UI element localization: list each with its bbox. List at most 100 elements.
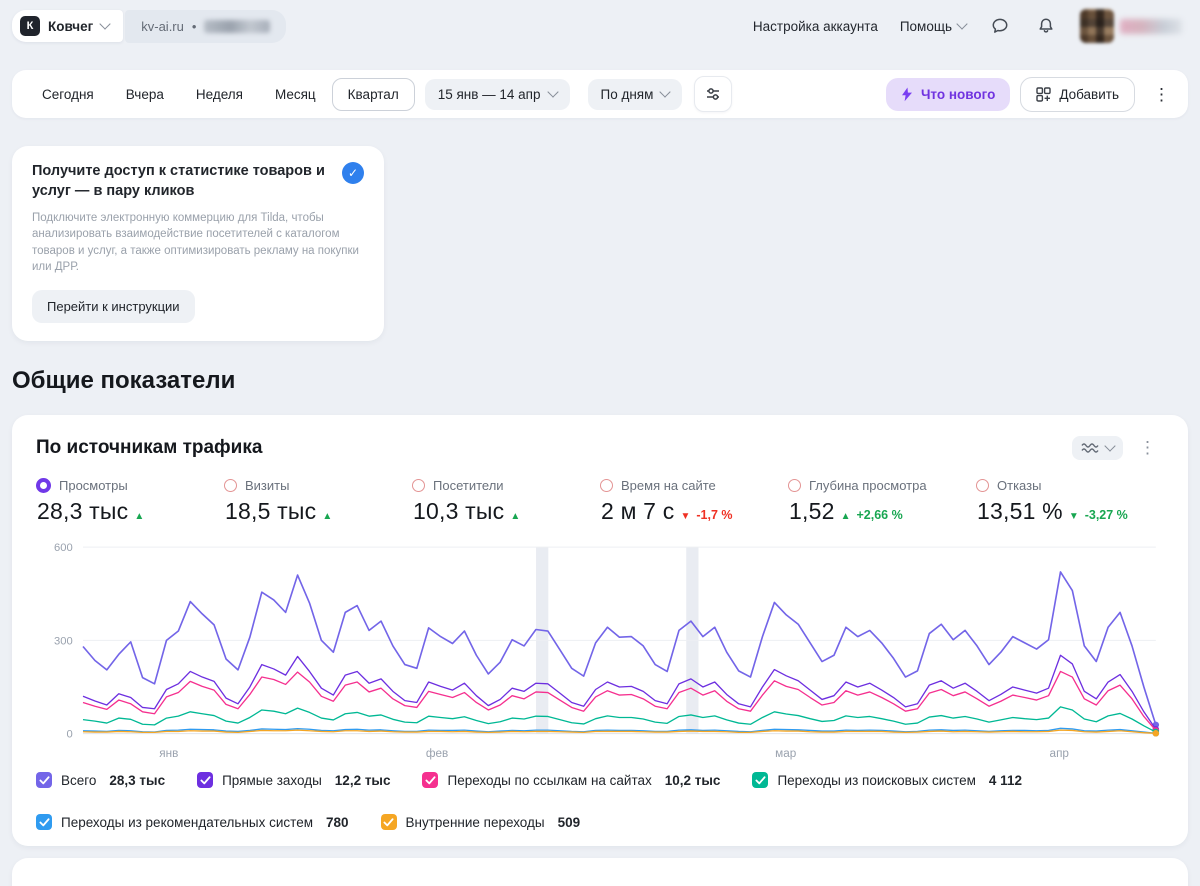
metric-value: 2 м 7 с: [601, 498, 675, 525]
trend-arrow-icon: ▼: [680, 511, 691, 523]
sliders-icon: [707, 88, 720, 100]
trend-arrow-icon: ▲: [510, 511, 521, 523]
metric-time-on-site[interactable]: Время на сайте 2 м 7 с ▼ -1,7 %: [600, 478, 788, 525]
chart-area[interactable]: 0 300 600 янв фев мар апр: [36, 539, 1164, 764]
checkbox-icon[interactable]: [752, 772, 769, 789]
add-widget-button[interactable]: Добавить: [1020, 76, 1135, 112]
metric-value: 10,3 тыс: [413, 498, 505, 525]
checkbox-icon[interactable]: [422, 772, 439, 789]
trend-arrow-icon: ▼: [1068, 511, 1079, 523]
promo-description: Подключите электронную коммерцию для Til…: [32, 212, 359, 274]
legend-label: Внутренние переходы: [405, 814, 545, 830]
svg-text:мар: мар: [775, 747, 797, 760]
notifications-bell-icon[interactable]: [1034, 14, 1058, 38]
legend-search-engines[interactable]: Переходы из поисковых систем 4 112: [752, 772, 1022, 789]
metric-radio-icon[interactable]: [976, 479, 989, 493]
legend-value: 10,2 тыс: [664, 772, 721, 788]
check-badge-icon: ✓: [342, 162, 364, 184]
legend-label: Переходы по ссылкам на сайтах: [447, 772, 652, 788]
site-breadcrumb[interactable]: kv-ai.ru •: [125, 9, 287, 43]
svg-text:0: 0: [67, 729, 73, 741]
legend-value: 28,3 тыс: [109, 772, 166, 788]
period-week[interactable]: Неделя: [180, 78, 259, 111]
period-today[interactable]: Сегодня: [26, 78, 110, 111]
period-month[interactable]: Месяц: [259, 78, 332, 111]
counter-selector[interactable]: К Ковчег: [12, 10, 124, 42]
topbar: К Ковчег kv-ai.ru • Настройка аккаунта П…: [0, 0, 1200, 50]
section-title: Общие показатели: [12, 367, 236, 395]
promo-card: Получите доступ к статистике товаров и у…: [12, 146, 384, 342]
svg-text:янв: янв: [159, 747, 178, 760]
legend-direct[interactable]: Прямые заходы 12,2 тыс: [197, 772, 390, 789]
metric-label: Отказы: [997, 478, 1042, 494]
svg-text:300: 300: [54, 636, 73, 648]
legend-internal[interactable]: Внутренние переходы 509: [380, 814, 581, 831]
help-menu[interactable]: Помощь: [899, 18, 968, 34]
metric-label: Время на сайте: [621, 478, 716, 494]
chart-legend: Всего 28,3 тыс Прямые заходы 12,2 тыс Пе…: [36, 772, 1164, 831]
lightning-bolt-icon: [901, 87, 912, 101]
metric-views[interactable]: Просмотры 28,3 тыс ▲: [36, 478, 224, 525]
metric-bounce-rate[interactable]: Отказы 13,51 % ▼ -3,27 %: [976, 478, 1164, 525]
legend-recommendation-systems[interactable]: Переходы из рекомендательных систем 780: [36, 814, 349, 831]
legend-label: Прямые заходы: [222, 772, 322, 788]
metric-label: Глубина просмотра: [809, 478, 927, 494]
period-yesterday[interactable]: Вчера: [110, 78, 180, 111]
date-range-label: 15 янв — 14 апр: [437, 86, 541, 102]
metric-depth[interactable]: Глубина просмотра 1,52 ▲ +2,66 %: [788, 478, 976, 525]
legend-site-links[interactable]: Переходы по ссылкам на сайтах 10,2 тыс: [422, 772, 721, 789]
promo-instruction-button[interactable]: Перейти к инструкции: [32, 290, 195, 324]
metric-visitors[interactable]: Посетители 10,3 тыс ▲: [412, 478, 600, 525]
legend-label: Переходы из рекомендательных систем: [61, 814, 313, 830]
checkbox-icon[interactable]: [197, 772, 214, 789]
segment-filters-button[interactable]: [694, 76, 733, 112]
site-domain: kv-ai.ru: [141, 18, 184, 34]
traffic-chart-svg[interactable]: 0 300 600 янв фев мар апр: [36, 539, 1164, 764]
metric-value: 1,52: [789, 498, 835, 525]
metric-radio-icon[interactable]: [412, 479, 425, 493]
whats-new-button[interactable]: Что нового: [885, 77, 1011, 111]
metric-value: 18,5 тыс: [225, 498, 317, 525]
counter-name: Ковчег: [48, 18, 94, 34]
metrics-row: Просмотры 28,3 тыс ▲ Визиты 18,5 тыс ▲ П: [36, 478, 1164, 525]
user-avatar[interactable]: [1080, 9, 1114, 43]
metric-delta: -1,7 %: [696, 508, 733, 523]
legend-label: Всего: [61, 772, 97, 788]
metric-delta: -3,27 %: [1084, 508, 1128, 523]
metric-label: Визиты: [245, 478, 290, 494]
promo-title: Получите доступ к статистике товаров и у…: [32, 163, 325, 199]
trend-arrow-icon: ▲: [840, 511, 851, 523]
next-widget-card: [12, 858, 1188, 886]
svg-text:фев: фев: [426, 747, 448, 760]
chevron-down-icon: [1104, 440, 1116, 452]
metric-delta: +2,66 %: [856, 508, 903, 523]
account-settings-link[interactable]: Настройка аккаунта: [753, 19, 878, 34]
help-label: Помощь: [899, 18, 952, 34]
checkbox-icon[interactable]: [36, 772, 52, 789]
chevron-down-icon: [99, 18, 111, 30]
chat-icon[interactable]: [988, 14, 1012, 38]
metric-radio-icon[interactable]: [224, 479, 237, 493]
toolbar-more-menu[interactable]: ⋮: [1145, 82, 1178, 107]
metric-visits[interactable]: Визиты 18,5 тыс ▲: [224, 478, 412, 525]
legend-total[interactable]: Всего 28,3 тыс: [36, 772, 166, 789]
widget-more-menu[interactable]: ⋮: [1131, 435, 1164, 460]
legend-value: 780: [326, 814, 349, 830]
add-grid-icon: [1036, 86, 1052, 102]
metric-label: Посетители: [433, 478, 504, 494]
metric-radio-icon[interactable]: [600, 479, 613, 493]
whats-new-label: Что нового: [920, 86, 996, 102]
grouping-select[interactable]: По дням: [587, 78, 683, 110]
metric-radio-icon[interactable]: [36, 478, 51, 494]
metric-radio-icon[interactable]: [788, 479, 801, 493]
chart-type-select[interactable]: [1072, 435, 1123, 460]
wave-chart-icon: [1081, 443, 1099, 453]
legend-label: Переходы из поисковых систем: [777, 772, 976, 788]
period-quarter[interactable]: Квартал: [331, 77, 415, 111]
legend-value: 509: [557, 814, 581, 830]
trend-arrow-icon: ▲: [322, 511, 333, 523]
chevron-down-icon: [956, 18, 968, 30]
checkbox-icon[interactable]: [36, 814, 52, 831]
checkbox-icon[interactable]: [380, 814, 397, 831]
date-range-picker[interactable]: 15 янв — 14 апр: [424, 78, 570, 110]
